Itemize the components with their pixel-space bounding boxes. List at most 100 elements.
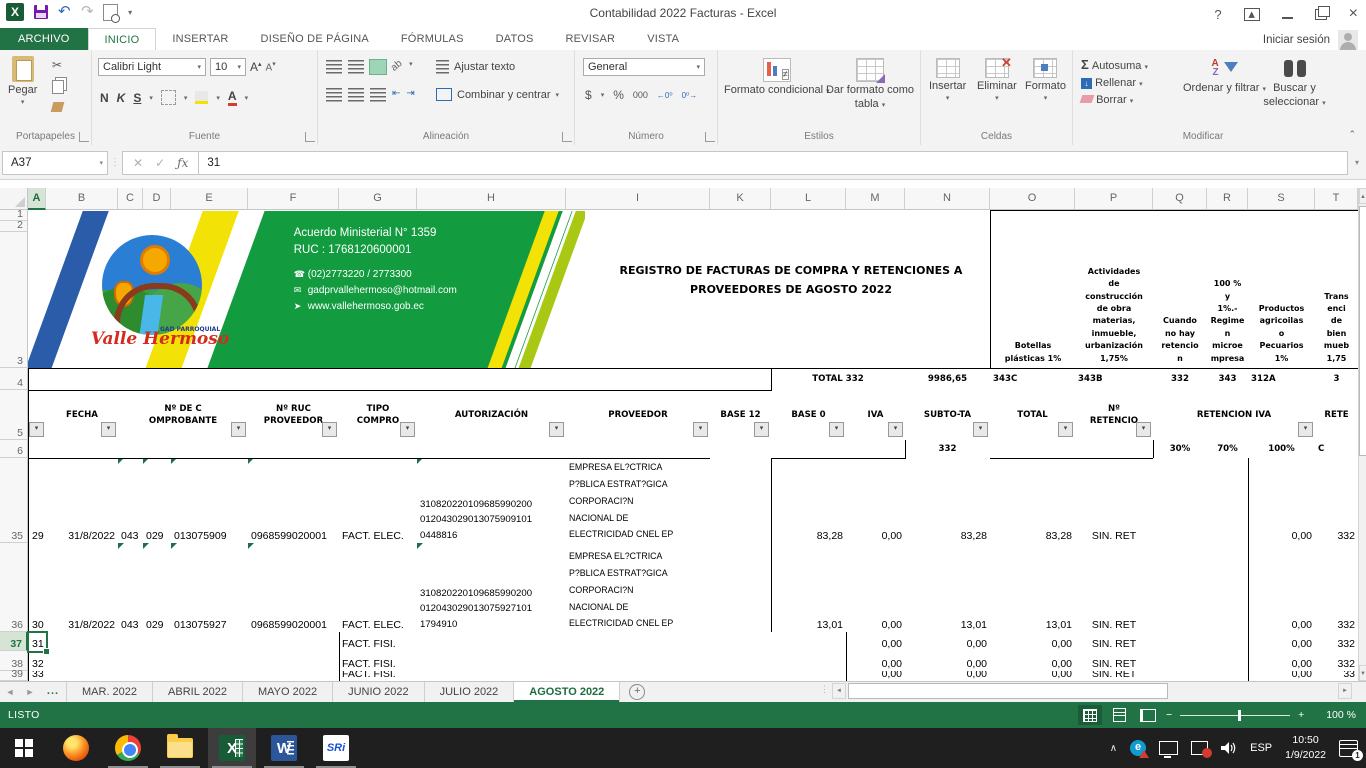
underline-caret[interactable]: ▾: [149, 94, 153, 102]
filter-button[interactable]: ▾: [829, 422, 844, 437]
cell-B38[interactable]: [46, 651, 119, 672]
italic-button[interactable]: K: [117, 91, 126, 105]
row-header-36[interactable]: 36: [0, 543, 28, 632]
format-as-table-button[interactable]: Dar formato como tabla ▾: [820, 58, 920, 112]
cell-H37[interactable]: [417, 632, 567, 652]
cell-D35[interactable]: 029: [143, 458, 172, 544]
cancel-entry-icon[interactable]: ✕: [133, 156, 143, 170]
cell-P37[interactable]: SIN. RET: [1075, 632, 1154, 652]
cell-M36[interactable]: 0,00: [846, 543, 906, 633]
cell-H38[interactable]: [417, 651, 567, 672]
cell-N37[interactable]: 0,00: [905, 632, 991, 652]
cell-F6[interactable]: [248, 440, 340, 459]
restore-icon[interactable]: [1315, 9, 1327, 20]
cell-G37[interactable]: FACT. FISI.: [339, 632, 418, 652]
zoom-slider[interactable]: [1180, 715, 1290, 716]
format-cells-button[interactable]: Formato ▾: [1025, 58, 1066, 102]
notification-center-icon[interactable]: 1: [1339, 740, 1358, 757]
cell-O38[interactable]: 0,00: [990, 651, 1076, 672]
cell-A5[interactable]: ▾: [28, 390, 47, 441]
zoom-out-icon[interactable]: −: [1166, 709, 1172, 721]
cell-K35[interactable]: [710, 458, 772, 544]
borders-icon[interactable]: [161, 90, 176, 105]
sheet-prev-icon[interactable]: ◄: [0, 682, 20, 702]
cell-P35[interactable]: SIN. RET: [1075, 458, 1154, 544]
cell-D36[interactable]: 029: [143, 543, 172, 633]
conditional-formatting-button[interactable]: ≠ Formato condicional ▾: [724, 58, 830, 98]
cell-I35[interactable]: EMPRESA EL?CTRICA P?BLICA ESTRAT?GICA CO…: [566, 458, 711, 544]
align-middle-icon[interactable]: [348, 60, 364, 74]
cell-N36[interactable]: 13,01: [905, 543, 991, 633]
cell-C6[interactable]: [118, 440, 144, 459]
cell-C36[interactable]: 043: [118, 543, 144, 633]
cell-K36[interactable]: [710, 543, 772, 633]
merge-center-button[interactable]: Combinar y centrar ▾: [436, 88, 559, 101]
decrease-decimal-icon[interactable]: 0⁰→: [682, 91, 698, 100]
cell-L6[interactable]: [771, 440, 847, 459]
collapse-ribbon-icon[interactable]: ⌃: [1348, 129, 1356, 140]
formula-bar-splitter[interactable]: ⋮: [108, 157, 122, 168]
network-icon[interactable]: [1159, 741, 1178, 755]
cell-A4[interactable]: [28, 368, 47, 391]
cell-G6[interactable]: [339, 440, 418, 459]
row-header-4[interactable]: 4: [0, 368, 28, 390]
scroll-left-icon[interactable]: ◄: [832, 683, 846, 699]
font-size-select[interactable]: 10▾: [210, 58, 246, 76]
cell-G38[interactable]: FACT. FISI.: [339, 651, 418, 672]
cell-L5[interactable]: BASE 0▾: [771, 390, 847, 441]
cell-P5[interactable]: Nº RETENCIO▾: [1075, 390, 1154, 441]
horizontal-scrollbar[interactable]: ◄ ►: [832, 683, 1352, 699]
taskbar-chrome[interactable]: [104, 728, 152, 768]
cell-T5[interactable]: RETE: [1315, 390, 1359, 441]
cell-Tu[interactable]: Trans enci de bien mueb 1,75: [1315, 210, 1359, 369]
cell-R4[interactable]: 343: [1207, 368, 1249, 391]
ribbon-tab-vista[interactable]: VISTA: [631, 28, 695, 50]
insert-cells-button[interactable]: Insertar ▾: [929, 58, 966, 102]
filter-button[interactable]: ▾: [1058, 422, 1073, 437]
cell-Qu[interactable]: Cuando no hay retencio n: [1153, 210, 1208, 369]
cell-K5[interactable]: BASE 12▾: [710, 390, 772, 441]
filter-button[interactable]: ▾: [1136, 422, 1151, 437]
decrease-indent-icon[interactable]: ⇤: [392, 88, 400, 102]
cell-S35[interactable]: 0,00: [1248, 458, 1316, 544]
filter-button[interactable]: ▾: [29, 422, 44, 437]
cell-I36[interactable]: EMPRESA EL?CTRICA P?BLICA ESTRAT?GICA CO…: [566, 543, 711, 633]
col-header-G[interactable]: G: [339, 188, 417, 210]
col-header-K[interactable]: K: [710, 188, 771, 210]
orientation-icon[interactable]: ab: [389, 58, 407, 76]
cell-S4[interactable]: 312A: [1248, 368, 1316, 391]
col-header-N[interactable]: N: [905, 188, 990, 210]
ribbon-tab-dise-o-de-p-gina[interactable]: DISEÑO DE PÁGINA: [245, 28, 385, 50]
cell-E38[interactable]: [171, 651, 249, 672]
cell-G35[interactable]: FACT. ELEC.: [339, 458, 418, 544]
col-header-O[interactable]: O: [990, 188, 1075, 210]
col-header-I[interactable]: I: [566, 188, 710, 210]
autosum-button[interactable]: Σ Autosuma ▾: [1081, 57, 1148, 72]
cell-D37[interactable]: [143, 632, 172, 652]
cell-B37[interactable]: [46, 632, 119, 652]
cell-A38[interactable]: 32: [28, 651, 47, 672]
sheet-overflow[interactable]: ...: [40, 682, 67, 702]
sheet-tab-mar-2022[interactable]: MAR. 2022: [67, 682, 153, 702]
cell-B35[interactable]: 31/8/2022: [46, 458, 119, 544]
col-header-H[interactable]: H: [417, 188, 566, 210]
comma-style-icon[interactable]: 000: [633, 90, 648, 100]
cell-C37[interactable]: [118, 632, 144, 652]
underline-button[interactable]: S: [133, 91, 141, 105]
align-right-icon[interactable]: [370, 88, 386, 102]
scroll-right-icon[interactable]: ►: [1338, 683, 1352, 699]
row-header-2[interactable]: 2: [0, 221, 28, 232]
cell-M38[interactable]: 0,00: [846, 651, 906, 672]
cell-P6[interactable]: [1075, 440, 1154, 459]
cell-G36[interactable]: FACT. ELEC.: [339, 543, 418, 633]
cell-R38[interactable]: [1207, 651, 1249, 672]
zoom-level[interactable]: 100 %: [1326, 709, 1356, 721]
row-header-6[interactable]: 6: [0, 440, 28, 458]
col-header-F[interactable]: F: [248, 188, 339, 210]
cell-D4[interactable]: [143, 368, 172, 391]
alert-icon[interactable]: [1191, 741, 1208, 755]
sheet-tab-julio-2022[interactable]: JULIO 2022: [425, 682, 515, 702]
ribbon-tab-datos[interactable]: DATOS: [480, 28, 550, 50]
cell-N5[interactable]: SUBTO-TA▾: [905, 390, 991, 441]
filter-button[interactable]: ▾: [400, 422, 415, 437]
